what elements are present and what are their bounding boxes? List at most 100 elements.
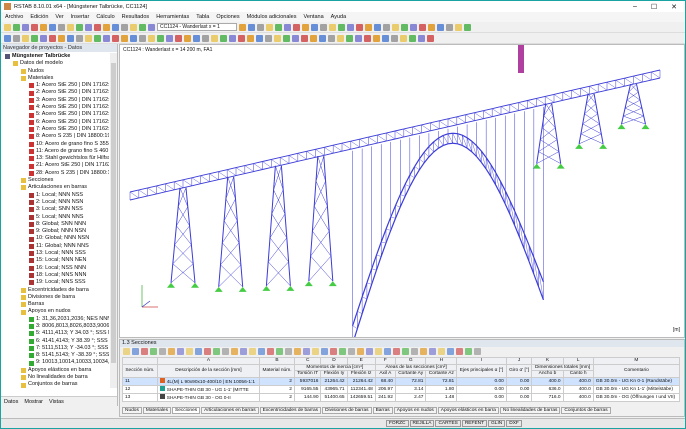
- cell-iz[interactable]: 112341.48: [346, 384, 376, 394]
- nav-tab-datos[interactable]: Datos: [4, 399, 18, 405]
- cell-ay[interactable]: 2.47: [394, 392, 427, 402]
- tree-item[interactable]: Excentricidades de barra: [1, 287, 109, 294]
- toolbar-button-icon[interactable]: [320, 23, 327, 31]
- toolbar-button-icon[interactable]: [293, 23, 300, 31]
- cell-it[interactable]: 5937016: [293, 376, 322, 386]
- toolbar-button-icon[interactable]: [328, 34, 335, 42]
- tree-item[interactable]: 6: Acero StE 250 | DIN 17162:19: [1, 119, 109, 126]
- status-dxf[interactable]: DXF: [506, 420, 522, 427]
- cell-ay[interactable]: 3.14: [394, 384, 427, 394]
- cell-it[interactable]: 144.90: [293, 392, 322, 402]
- cell-iz[interactable]: 21264.42: [346, 376, 376, 386]
- tree-item[interactable]: 8: Acero S 235 | DIN 18800:1990: [1, 133, 109, 140]
- table-toolbar-icon[interactable]: [321, 348, 328, 355]
- table-toolbar-icon[interactable]: [330, 348, 337, 355]
- cell-az[interactable]: 1.80: [425, 384, 458, 394]
- tree-item[interactable]: Barras: [1, 301, 109, 308]
- tree-item[interactable]: 3: Acero StE 250 | DIN 17162:19: [1, 97, 109, 104]
- menu-item-3[interactable]: Insertar: [71, 14, 90, 20]
- toolbar-button-icon[interactable]: [347, 23, 354, 31]
- cell-b[interactable]: 636.0: [531, 384, 564, 394]
- table-toolbar-icon[interactable]: [438, 348, 445, 355]
- toolbar-button-icon[interactable]: [58, 23, 65, 31]
- table-toolbar-icon[interactable]: [384, 348, 391, 355]
- cell-it[interactable]: 9165.55: [293, 384, 322, 394]
- table-toolbar-icon[interactable]: [285, 348, 292, 355]
- cell-iy[interactable]: 21264.42: [320, 376, 348, 386]
- table-toolbar-icon[interactable]: [258, 348, 265, 355]
- toolbar-button-icon[interactable]: [310, 34, 317, 42]
- tab-4[interactable]: Excentricidades de barras: [259, 407, 322, 414]
- cell-iy[interactable]: 43965.71: [320, 384, 348, 394]
- cell-a[interactable]: 241.92: [374, 392, 396, 402]
- toolbar-button-icon[interactable]: [257, 23, 264, 31]
- table-toolbar-icon[interactable]: [474, 348, 481, 355]
- toolbar-button-icon[interactable]: [148, 34, 155, 42]
- toolbar-button-icon[interactable]: [220, 34, 227, 42]
- toolbar-button-icon[interactable]: [166, 34, 173, 42]
- toolbar-button-icon[interactable]: [49, 34, 56, 42]
- status-glin[interactable]: GLIN: [488, 420, 506, 427]
- table-row[interactable]: 12 SHAPE-THIN GB 30 - UG 1-1' (MITTE 2 9165…: [122, 384, 681, 394]
- tree-item[interactable]: Secciones: [1, 177, 109, 184]
- table-toolbar-icon[interactable]: [348, 348, 355, 355]
- table-toolbar-icon[interactable]: [186, 348, 193, 355]
- section-description[interactable]: 4L(M) L 90x90x10-400/10 | EN 10056-1:1: [156, 376, 261, 386]
- cell-h[interactable]: 400.0: [562, 384, 594, 394]
- toolbar-button-icon[interactable]: [58, 34, 65, 42]
- cell-g[interactable]: 0.00: [505, 392, 533, 402]
- table-toolbar-icon[interactable]: [132, 348, 139, 355]
- tree-item[interactable]: Datos del modelo: [1, 60, 109, 67]
- table-toolbar-icon[interactable]: [150, 348, 157, 355]
- tree-item[interactable]: 9: Global; NNN NSN: [1, 228, 109, 235]
- table-toolbar-icon[interactable]: [195, 348, 202, 355]
- tree-item[interactable]: 9: 10013,10014,10033,10034,110: [1, 359, 109, 366]
- menu-item-8[interactable]: Opciones: [216, 14, 239, 20]
- toolbar-button-icon[interactable]: [239, 23, 246, 31]
- maximize-button[interactable]: ☐: [651, 3, 657, 11]
- toolbar-button-icon[interactable]: [275, 23, 282, 31]
- toolbar-button-icon[interactable]: [22, 34, 29, 42]
- comment[interactable]: GB 30.0m - UG Kn 0-1 (Randstäbe): [592, 376, 681, 386]
- cell-g[interactable]: 0.00: [505, 384, 533, 394]
- table-toolbar-icon[interactable]: [222, 348, 229, 355]
- toolbar-button-icon[interactable]: [283, 34, 290, 42]
- toolbar-button-icon[interactable]: [392, 23, 399, 31]
- toolbar-button-icon[interactable]: [346, 34, 353, 42]
- tab-0[interactable]: Nudos: [122, 407, 142, 414]
- toolbar-button-icon[interactable]: [337, 34, 344, 42]
- tab-3[interactable]: Articulaciones en barras: [201, 407, 259, 414]
- table-toolbar-icon[interactable]: [393, 348, 400, 355]
- toolbar-button-icon[interactable]: [85, 23, 92, 31]
- table-toolbar-icon[interactable]: [420, 348, 427, 355]
- status-refent[interactable]: REFENT: [461, 420, 488, 427]
- toolbar-button-icon[interactable]: [356, 23, 363, 31]
- close-button[interactable]: ✕: [671, 3, 677, 11]
- menu-item-6[interactable]: Herramientas: [156, 14, 189, 20]
- toolbar-button-icon[interactable]: [175, 34, 182, 42]
- toolbar-button-icon[interactable]: [248, 23, 255, 31]
- tree-item[interactable]: 5: Local; NNN NNS: [1, 214, 109, 221]
- cell-a[interactable]: 206.97: [374, 384, 396, 394]
- table-toolbar-icon[interactable]: [339, 348, 346, 355]
- section-number[interactable]: 11: [122, 376, 158, 386]
- table-toolbar-icon[interactable]: [366, 348, 373, 355]
- cell-ay[interactable]: 72.81: [394, 376, 427, 386]
- table-toolbar-icon[interactable]: [294, 348, 301, 355]
- tree-item[interactable]: 8: Global; SNN NNN: [1, 221, 109, 228]
- tree-item[interactable]: Apoyos elásticos en barra: [1, 367, 109, 374]
- toolbar-button-icon[interactable]: [148, 23, 155, 31]
- tree-item[interactable]: 11: Global; NNN NNS: [1, 243, 109, 250]
- table-toolbar-icon[interactable]: [213, 348, 220, 355]
- table-toolbar-icon[interactable]: [204, 348, 211, 355]
- toolbar-button-icon[interactable]: [427, 34, 434, 42]
- cell-iz[interactable]: 142659.51: [346, 392, 376, 402]
- tree-item[interactable]: 13: Local; NNN SSS: [1, 250, 109, 257]
- table-toolbar-icon[interactable]: [429, 348, 436, 355]
- toolbar-button-icon[interactable]: [302, 23, 309, 31]
- toolbar-button-icon[interactable]: [121, 23, 128, 31]
- tree-item[interactable]: 1: Acero StE 250 | DIN 17162:19: [1, 82, 109, 89]
- toolbar-button-icon[interactable]: [464, 23, 471, 31]
- table-row[interactable]: 13 SHAPE-THIN GB 30 - OG 0-II 2 144.90 51400…: [122, 392, 681, 402]
- toolbar-button-icon[interactable]: [130, 23, 137, 31]
